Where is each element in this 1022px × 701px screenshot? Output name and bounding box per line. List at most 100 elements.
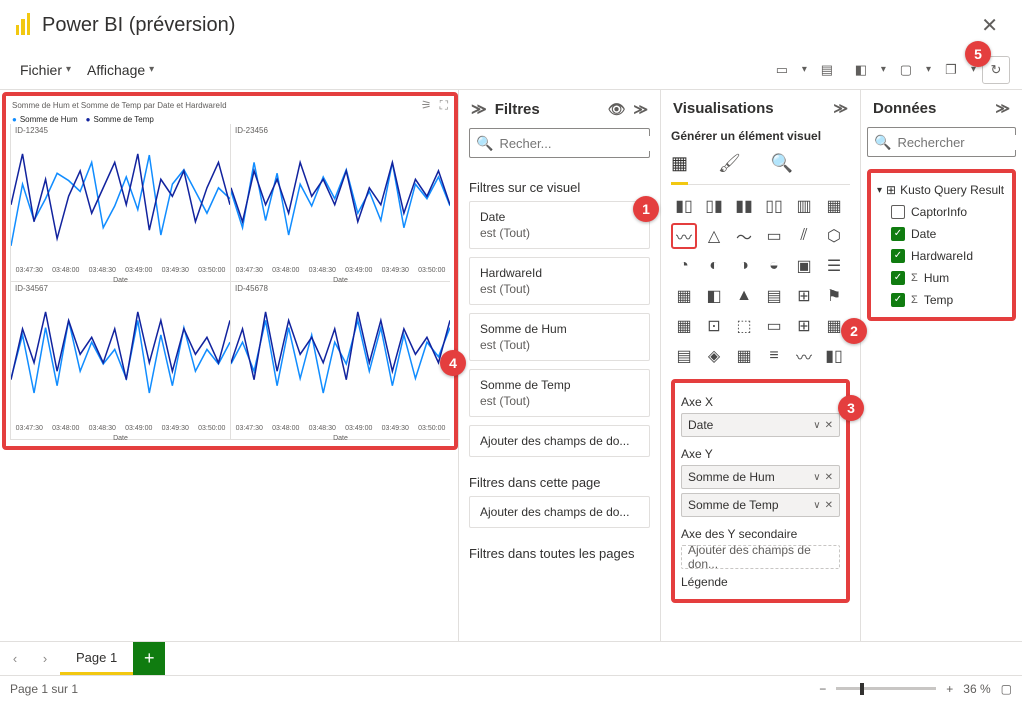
view-icon[interactable]: ▢ [892, 56, 920, 84]
callout-1: 1 [633, 196, 659, 222]
eye-icon[interactable]: 👁 [608, 101, 626, 118]
viz-type-icon[interactable]: 〰 [791, 343, 817, 369]
layout-icon[interactable]: ▭ [768, 56, 796, 84]
expand-icon[interactable]: ≫ [471, 100, 487, 118]
chevron-down-icon[interactable]: ∨ [813, 500, 820, 511]
checkbox[interactable] [891, 205, 905, 219]
viz-type-icon[interactable]: ▤ [761, 283, 787, 309]
data-search-input[interactable] [897, 135, 1022, 150]
viz-type-icon[interactable]: ▲ [731, 283, 757, 309]
viz-type-icon[interactable]: ▮▯ [671, 193, 697, 219]
collapse-icon[interactable]: ≫ [833, 100, 848, 117]
viz-type-icon[interactable]: ▭ [761, 313, 787, 339]
add-page-button[interactable]: + [133, 642, 165, 675]
zoom-slider[interactable] [836, 687, 936, 690]
filter-title: Somme de Temp [480, 378, 639, 392]
filters-search[interactable]: 🔍 [469, 128, 650, 158]
collapse-icon[interactable]: ≫ [995, 100, 1010, 117]
filter-add-page[interactable]: Ajouter des champs de do... [469, 496, 650, 528]
viz-type-icon[interactable]: ≡ [761, 343, 787, 369]
viz-type-icon[interactable]: ◈ [701, 343, 727, 369]
well-x-chip[interactable]: Date∨✕ [681, 413, 840, 437]
zoom-in[interactable]: + [946, 682, 953, 696]
viz-type-icon[interactable]: ▭ [761, 223, 787, 249]
viz-tab-analytics[interactable]: 🔍 [771, 153, 793, 174]
viz-type-icon[interactable]: ⚑ [821, 283, 847, 309]
viz-type-icon[interactable]: ☰ [821, 253, 847, 279]
page-icon[interactable]: ▤ [813, 56, 841, 84]
checkbox[interactable] [891, 227, 905, 241]
chevron-down-icon[interactable]: ∨ [813, 472, 820, 483]
viz-type-icon[interactable]: ▯▮ [701, 193, 727, 219]
checkbox[interactable] [891, 249, 905, 263]
data-field[interactable]: ΣTemp [875, 289, 1008, 311]
viz-type-icon[interactable]: ⬚ [731, 313, 757, 339]
viz-type-icon[interactable]: ◑ [731, 253, 757, 279]
copy-icon[interactable]: ❐ [937, 56, 965, 84]
legend-temp: Somme de Temp [86, 115, 154, 124]
small-multiple: ID-12345 03:47:3003:48:0003:48:3003:49:0… [10, 124, 230, 282]
remove-icon[interactable]: ✕ [825, 472, 833, 483]
viz-tab-build[interactable]: ▦ [671, 153, 688, 174]
table-group[interactable]: ▾ ⊞ Kusto Query Result [875, 179, 1008, 201]
well-y2-placeholder[interactable]: Ajouter des champs de don... [681, 545, 840, 569]
zoom-out[interactable]: − [819, 682, 826, 696]
viz-type-icon[interactable]: ▮▯ [821, 343, 847, 369]
viz-type-icon[interactable]: ▯▯ [761, 193, 787, 219]
viz-type-icon[interactable]: ◔ [671, 253, 697, 279]
page-next[interactable]: › [30, 642, 60, 675]
page-prev[interactable]: ‹ [0, 642, 30, 675]
report-canvas[interactable]: Somme de Hum et Somme de Temp par Date e… [2, 92, 458, 450]
viz-type-icon[interactable]: ▥ [791, 193, 817, 219]
data-field[interactable]: CaptorInfo [875, 201, 1008, 223]
small-multiple: ID-45678 03:47:3003:48:0003:48:3003:49:0… [230, 282, 450, 440]
viz-type-icon[interactable]: ⫽ [791, 223, 817, 249]
viz-type-icon[interactable]: △ [701, 223, 727, 249]
viz-type-icon[interactable]: ⊡ [701, 313, 727, 339]
viz-type-icon[interactable]: ▦ [731, 343, 757, 369]
checkbox[interactable] [891, 271, 905, 285]
checkbox[interactable] [891, 293, 905, 307]
viz-line-chart[interactable]: 〰 [671, 223, 697, 249]
close-button[interactable]: ✕ [973, 9, 1006, 42]
fit-page-icon[interactable]: ▢ [1001, 682, 1012, 696]
well-y-chip-1[interactable]: Somme de Hum∨✕ [681, 465, 840, 489]
filters-search-input[interactable] [499, 136, 660, 151]
data-field[interactable]: ΣHum [875, 267, 1008, 289]
viz-type-icon[interactable]: ⊞ [791, 283, 817, 309]
viz-type-icon[interactable]: ▮▮ [731, 193, 757, 219]
filter-card[interactable]: HardwareIdest (Tout) [469, 257, 650, 305]
menu-file[interactable]: Fichier▾ [12, 56, 79, 84]
remove-icon[interactable]: ✕ [825, 500, 833, 511]
well-y-chip-2[interactable]: Somme de Temp∨✕ [681, 493, 840, 517]
viz-type-icon[interactable]: ◐ [701, 253, 727, 279]
filter-icon[interactable]: ⚞ [421, 98, 432, 113]
remove-icon[interactable]: ✕ [825, 420, 833, 431]
data-field[interactable]: HardwareId [875, 245, 1008, 267]
viz-type-icon[interactable]: 〜 [731, 223, 757, 249]
viz-type-icon[interactable]: ◧ [701, 283, 727, 309]
viz-type-icon[interactable]: ▣ [791, 253, 817, 279]
viz-type-icon[interactable]: ⬡ [821, 223, 847, 249]
viz-tab-format[interactable]: 🖌 [718, 153, 741, 174]
chevron-down-icon: ▾ [66, 64, 71, 75]
viz-type-icon[interactable]: ▤ [671, 343, 697, 369]
filter-add-visual[interactable]: Ajouter des champs de do... [469, 425, 650, 457]
viz-type-icon[interactable]: ▦ [821, 193, 847, 219]
collapse-icon[interactable]: ≫ [633, 101, 648, 118]
filter-card[interactable]: Somme de Tempest (Tout) [469, 369, 650, 417]
viz-type-icon[interactable]: ▦ [671, 283, 697, 309]
menu-view[interactable]: Affichage▾ [79, 56, 162, 84]
page-tab-1[interactable]: Page 1 [60, 642, 133, 675]
viz-type-icon[interactable]: ⊞ [791, 313, 817, 339]
data-field[interactable]: Date [875, 223, 1008, 245]
viz-type-icon[interactable]: ▦ [671, 313, 697, 339]
data-search[interactable]: 🔍 [867, 127, 1016, 157]
focus-icon[interactable]: ⛶ [440, 98, 448, 113]
filter-card[interactable]: Somme de Humest (Tout) [469, 313, 650, 361]
callout-3: 3 [838, 395, 864, 421]
filter-card[interactable]: Dateest (Tout) [469, 201, 650, 249]
bookmark-icon[interactable]: ◧ [847, 56, 875, 84]
chevron-down-icon[interactable]: ∨ [813, 420, 820, 431]
viz-type-icon[interactable]: ◒ [761, 253, 787, 279]
